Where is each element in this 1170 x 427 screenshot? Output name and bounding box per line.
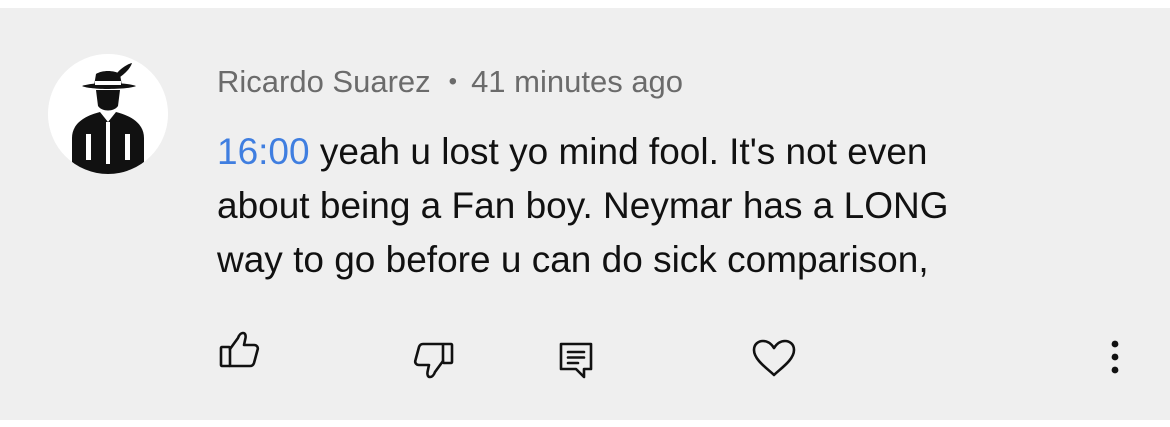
comment-line-2: about being a Fan boy. Neymar has a LONG [217,185,949,226]
thumbs-up-icon [219,331,260,368]
more-vertical-icon [1111,340,1119,374]
comment-line-1: 16:00 yeah u lost yo mind fool. It's not… [217,125,1117,179]
comment-card: Ricardo Suarez • 41 minutes ago 16:00 ye… [0,8,1170,420]
heart-button[interactable] [751,338,797,378]
avatar[interactable] [48,54,168,174]
comment-icon [559,342,593,379]
comment-meta: Ricardo Suarez • 41 minutes ago [217,60,683,104]
author-name[interactable]: Ricardo Suarez [217,64,431,100]
like-button[interactable] [218,330,262,370]
reply-button[interactable] [558,341,594,381]
comment-text: 16:00 yeah u lost yo mind fool. It's not… [217,125,1117,287]
timestamp-link[interactable]: 16:00 [217,131,310,172]
comment-time: 41 minutes ago [471,64,684,99]
avatar-icon [48,54,168,174]
comment-line-3: way to go before u can do sick compariso… [217,239,929,280]
heart-icon [752,339,796,377]
comment-line-1-text: yeah u lost yo mind fool. It's not even [309,131,928,172]
more-button[interactable] [1104,338,1126,378]
thumbs-down-icon [413,342,454,379]
meta-separator: • [448,68,458,95]
dislike-button[interactable] [411,340,455,380]
